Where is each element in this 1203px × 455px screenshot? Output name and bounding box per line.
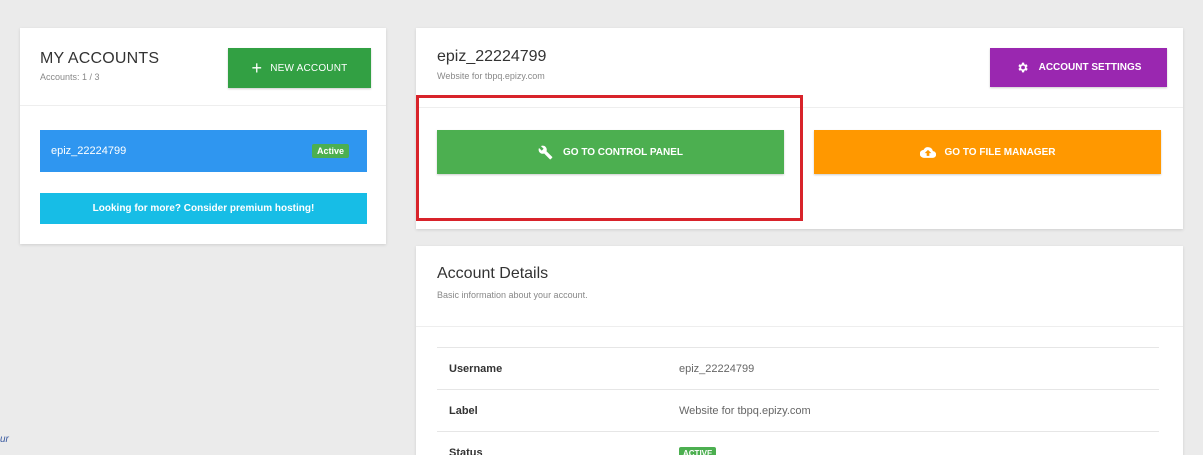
- account-details-card: Account Details Basic information about …: [416, 246, 1183, 455]
- account-item-name: epiz_22224799: [51, 145, 127, 157]
- new-account-button[interactable]: + NEW ACCOUNT: [228, 48, 371, 88]
- detail-key-label: Label: [449, 404, 478, 417]
- account-details-header: Account Details Basic information about …: [416, 246, 1183, 327]
- table-row: Label Website for tbpq.epizy.com: [437, 389, 1159, 431]
- cloud-upload-icon: [919, 146, 936, 159]
- table-row: Status ACTIVE: [437, 431, 1159, 455]
- page: MY ACCOUNTS Accounts: 1 / 3 + NEW ACCOUN…: [0, 0, 1203, 455]
- premium-hosting-label: Looking for more? Consider premium hosti…: [92, 203, 315, 214]
- edge-text-fragment: ur: [0, 434, 9, 445]
- detail-value-username: epiz_22224799: [679, 362, 755, 375]
- accounts-count: Accounts: 1 / 3: [40, 72, 100, 82]
- accounts-card: MY ACCOUNTS Accounts: 1 / 3 + NEW ACCOUN…: [20, 28, 386, 244]
- account-subtitle: Website for tbpq.epizy.com: [437, 71, 545, 81]
- active-badge: Active: [311, 144, 349, 158]
- detail-key-status: Status: [449, 446, 483, 455]
- account-main-header: epiz_22224799 Website for tbpq.epizy.com…: [416, 28, 1183, 108]
- table-row: Username epiz_22224799: [437, 347, 1159, 389]
- account-details-table: Username epiz_22224799 Label Website for…: [437, 347, 1159, 455]
- account-settings-button[interactable]: ACCOUNT SETTINGS: [990, 48, 1167, 87]
- file-manager-button[interactable]: GO TO FILE MANAGER: [814, 130, 1161, 174]
- account-details-title: Account Details: [437, 265, 549, 282]
- new-account-label: NEW ACCOUNT: [270, 62, 348, 74]
- gear-icon: [1016, 61, 1029, 74]
- account-details-subtitle: Basic information about your account.: [437, 290, 588, 300]
- accounts-title: MY ACCOUNTS: [40, 50, 160, 67]
- accounts-header: MY ACCOUNTS Accounts: 1 / 3 + NEW ACCOUN…: [20, 28, 386, 106]
- detail-key-username: Username: [449, 362, 503, 375]
- control-panel-button[interactable]: GO TO CONTROL PANEL: [437, 130, 784, 174]
- plus-icon: +: [251, 58, 263, 78]
- account-title: epiz_22224799: [437, 48, 547, 65]
- account-main-card: epiz_22224799 Website for tbpq.epizy.com…: [416, 28, 1183, 229]
- detail-value-label: Website for tbpq.epizy.com: [679, 404, 811, 417]
- account-item[interactable]: epiz_22224799 Active: [40, 130, 367, 172]
- account-settings-label: ACCOUNT SETTINGS: [1038, 62, 1142, 73]
- control-panel-label: GO TO CONTROL PANEL: [562, 146, 683, 158]
- status-badge: ACTIVE: [679, 447, 717, 455]
- premium-hosting-button[interactable]: Looking for more? Consider premium hosti…: [40, 193, 367, 224]
- file-manager-label: GO TO FILE MANAGER: [944, 146, 1056, 158]
- wrench-icon: [538, 145, 553, 160]
